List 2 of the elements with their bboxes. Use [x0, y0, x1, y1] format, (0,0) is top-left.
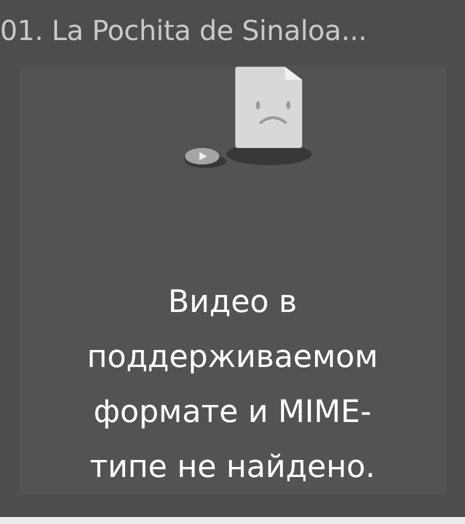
video-title: 01. La Pochita de Sinaloa...	[0, 14, 367, 49]
error-message: Видео в поддерживаемом формате и MIME-типе не найдено.	[86, 283, 379, 487]
